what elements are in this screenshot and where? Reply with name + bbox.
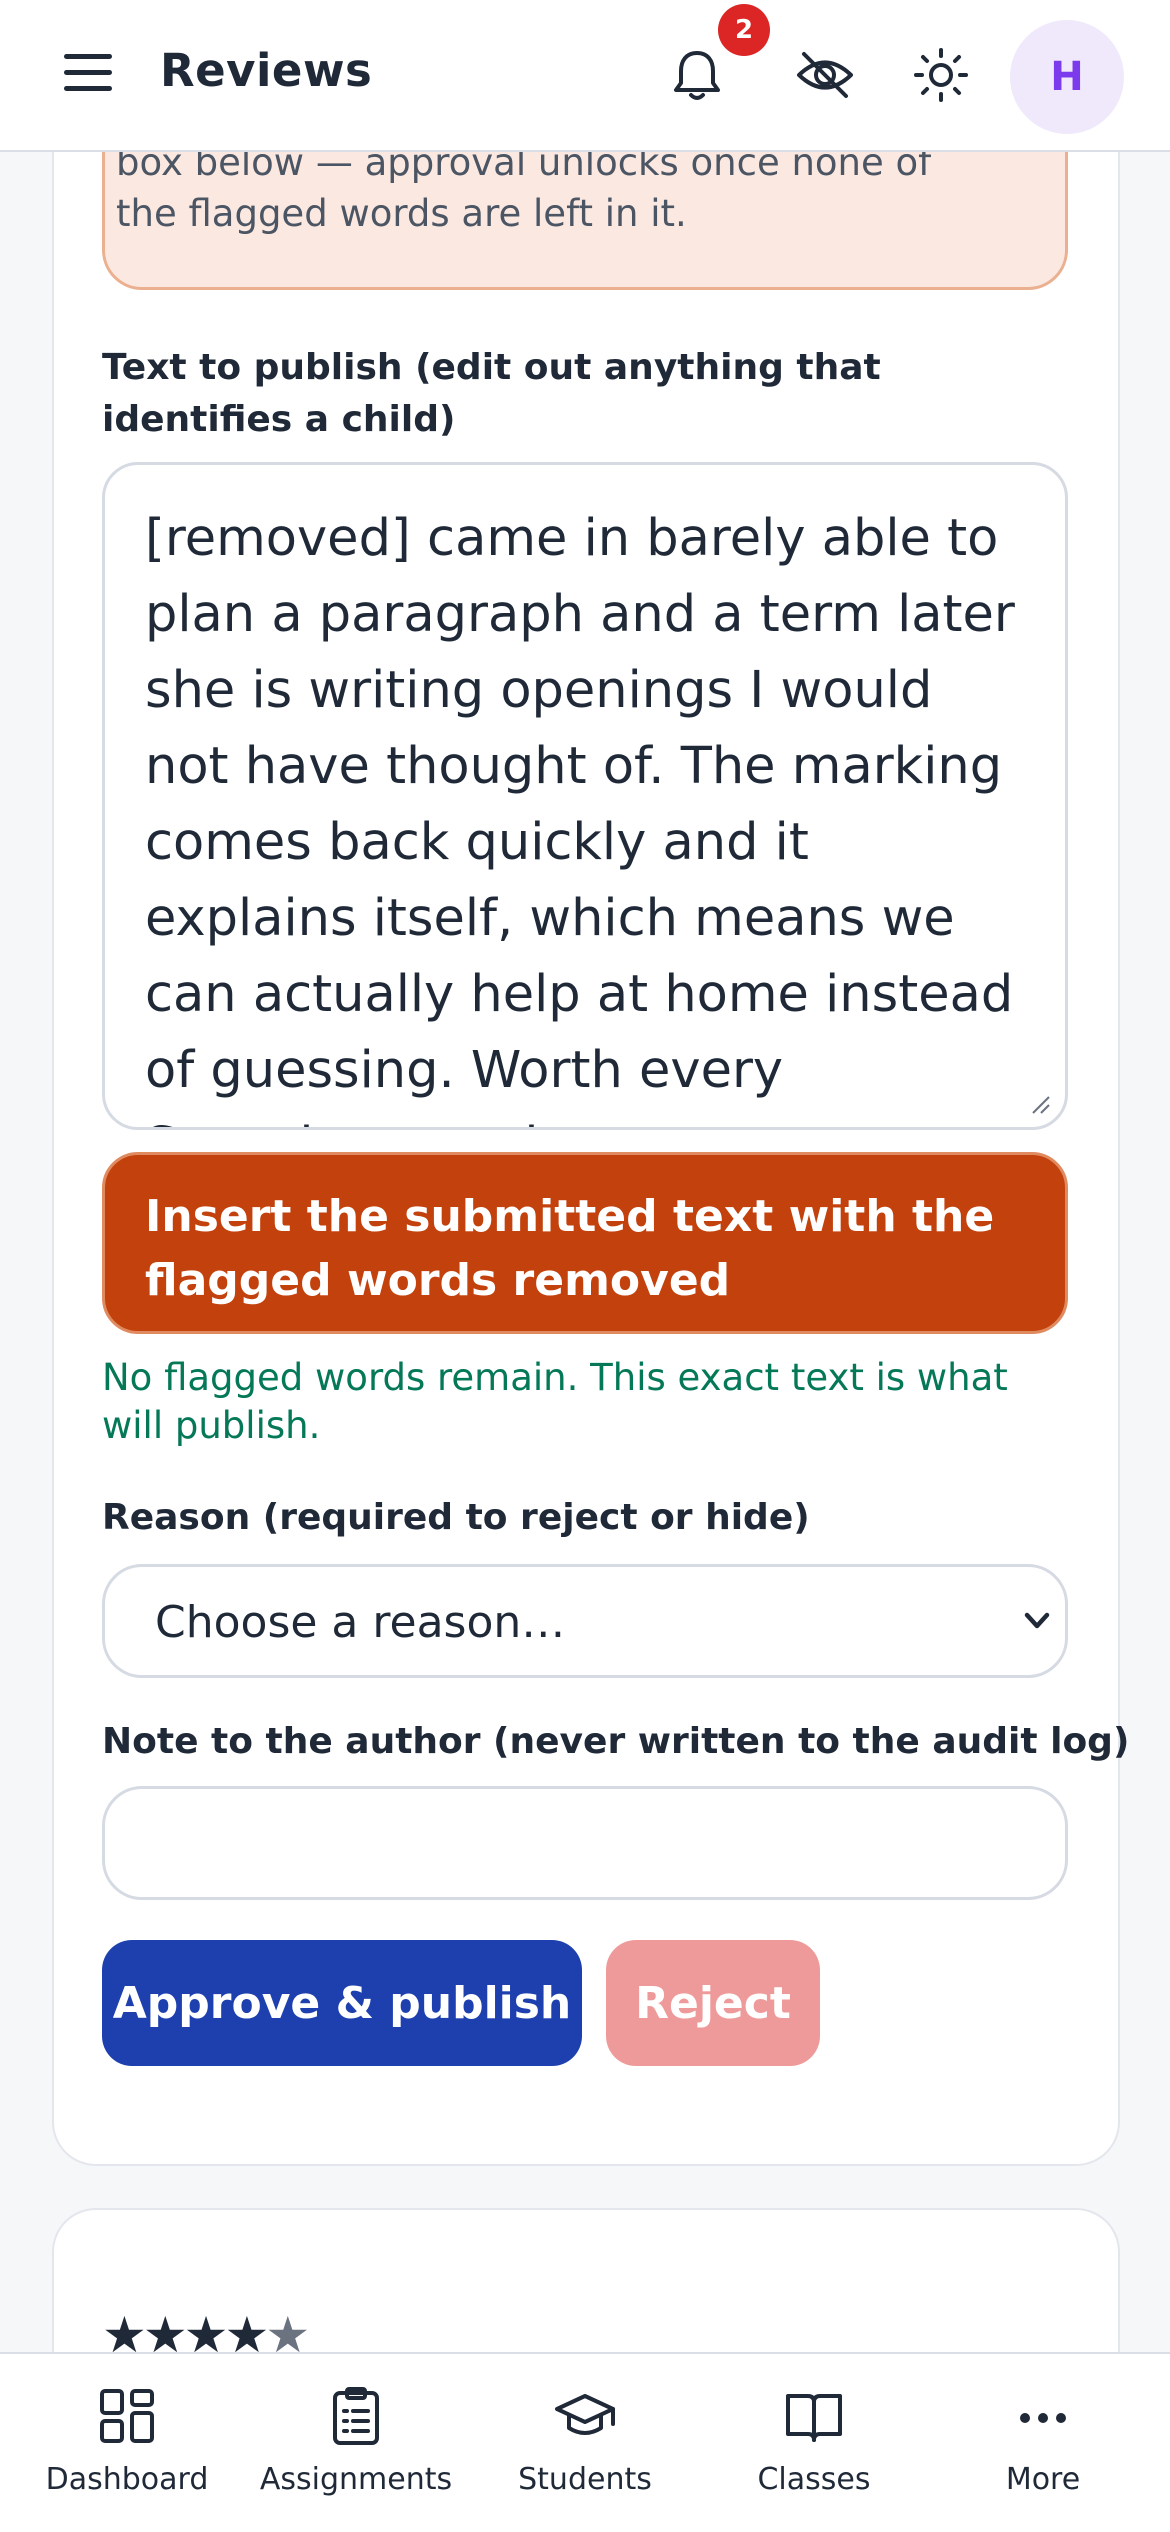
text-to-publish-textarea[interactable]: [removed] came in barely able to plan a … <box>102 462 1068 1130</box>
top-header: Reviews 2 H <box>0 0 1170 152</box>
nav-label: Students <box>518 2462 652 2497</box>
note-to-author-input[interactable] <box>102 1786 1068 1900</box>
nav-item-dashboard[interactable]: Dashboard <box>10 2354 244 2532</box>
reason-label: Reason (required to reject or hide) <box>102 1497 810 1538</box>
reviews-screen: version that should appear publicly in t… <box>0 0 1170 2532</box>
nav-label: Assignments <box>259 2462 453 2497</box>
chevron-down-icon <box>1024 1612 1050 1629</box>
nav-label: Dashboard <box>45 2462 209 2497</box>
graduation-cap-icon <box>555 2394 615 2435</box>
nav-item-classes[interactable]: Classes <box>697 2354 931 2532</box>
text-to-publish-value: [removed] came in barely able to plan a … <box>145 509 1015 1127</box>
sun-icon[interactable] <box>906 40 976 110</box>
eye-off-icon[interactable] <box>790 40 860 110</box>
reason-select[interactable]: Choose a reason… <box>102 1564 1068 1678</box>
bottom-nav: Dashboard Assignments Students Classes M… <box>0 2352 1170 2532</box>
nav-item-students[interactable]: Students <box>468 2354 702 2532</box>
menu-icon[interactable] <box>58 48 120 98</box>
clipboard-icon <box>333 2387 379 2445</box>
page-title: Reviews <box>160 44 373 97</box>
text-to-publish-label: Text to publish (edit out anything that … <box>102 347 881 440</box>
insert-cleaned-text-button[interactable]: Insert the submitted text with the flagg… <box>102 1152 1068 1334</box>
book-icon <box>786 2394 842 2442</box>
avatar[interactable]: H <box>1010 20 1124 134</box>
nav-item-more[interactable]: More <box>926 2354 1160 2532</box>
reason-select-value: Choose a reason… <box>155 1597 566 1648</box>
bell-icon[interactable] <box>662 40 732 110</box>
nav-item-assignments[interactable]: Assignments <box>239 2354 473 2532</box>
nav-label: Classes <box>757 2462 871 2497</box>
note-label: Note to the author (never written to the… <box>102 1721 1130 1762</box>
validation-status-message: No flagged words remain. This exact text… <box>102 1356 1008 1447</box>
approve-publish-button[interactable]: Approve & publish <box>102 1940 582 2066</box>
reject-button[interactable]: Reject <box>606 1940 820 2066</box>
nav-label: More <box>1005 2462 1081 2497</box>
notification-badge: 2 <box>718 4 770 56</box>
dashboard-icon <box>100 2389 154 2443</box>
resize-grip-icon[interactable] <box>1029 1093 1051 1115</box>
more-icon <box>1020 2413 1066 2423</box>
